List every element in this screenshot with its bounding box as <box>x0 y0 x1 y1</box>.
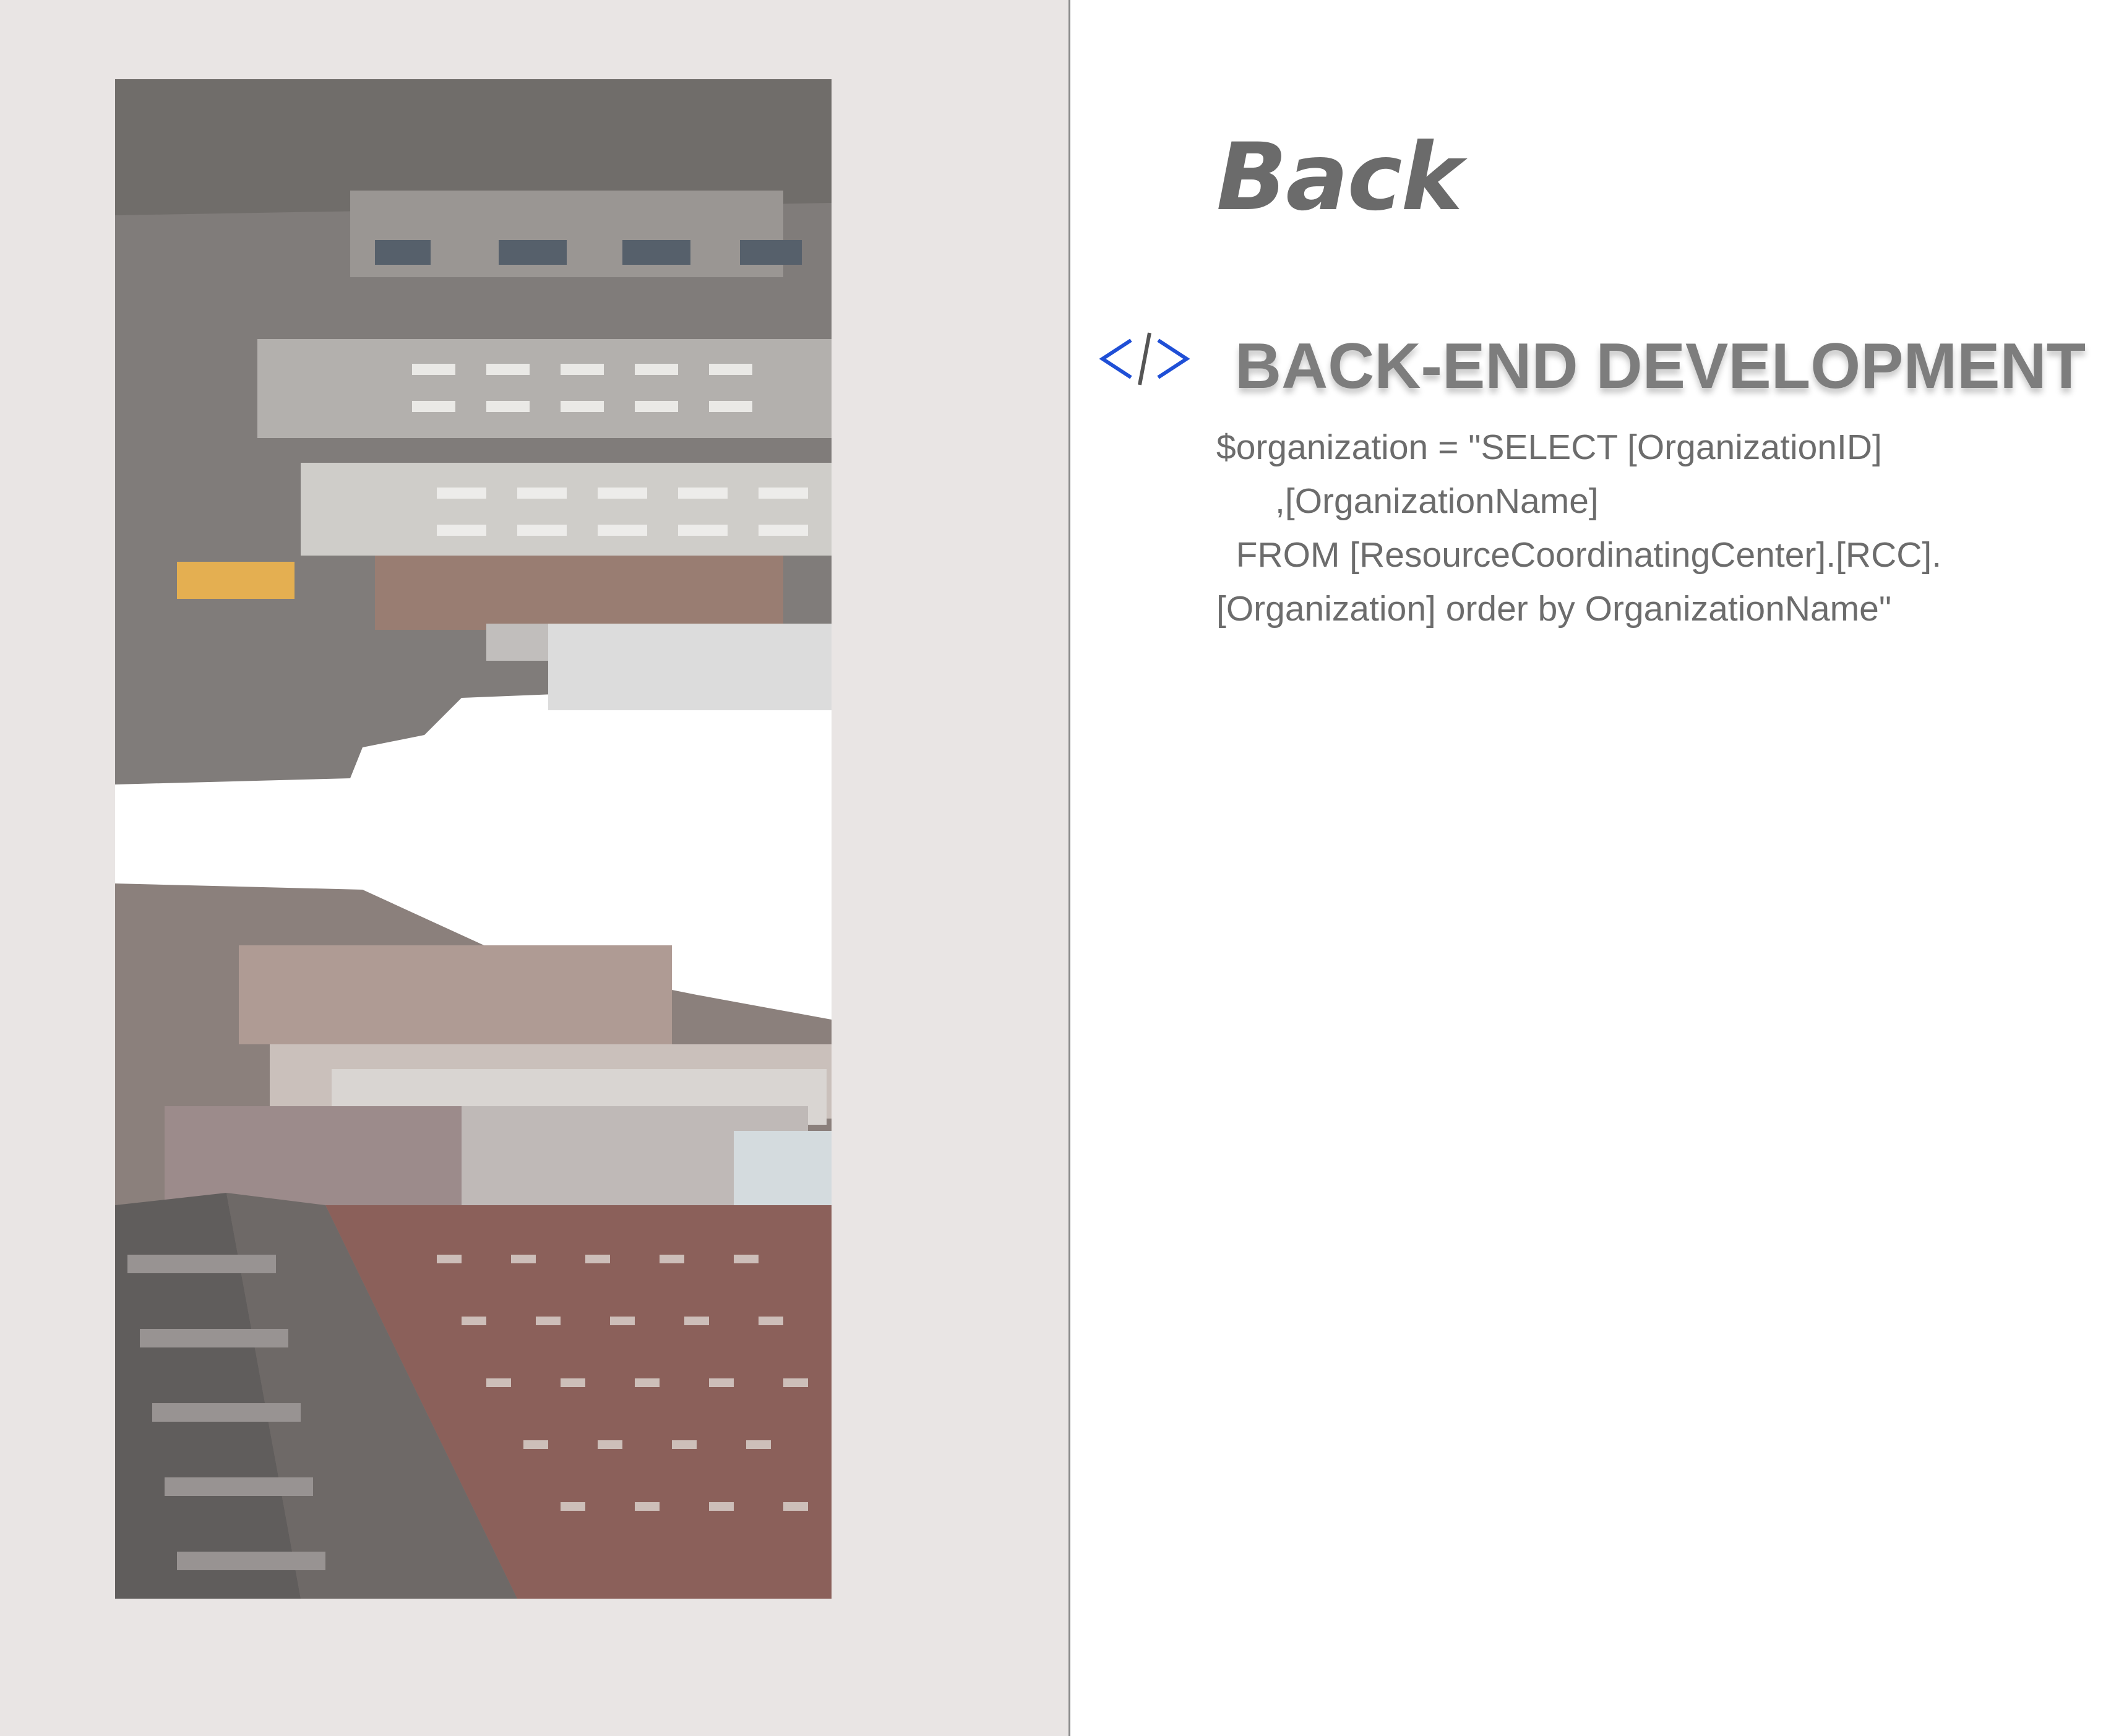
code-line: ,[OrganizationName] <box>1216 481 1599 521</box>
section-heading: BACK-END DEVELOPMENT <box>1235 330 2086 402</box>
code-line: FROM [ResourceCoordinatingCenter].[RCC]. <box>1216 535 1942 575</box>
code-snippet: $organization = "SELECT [OrganizationID]… <box>1216 421 2083 636</box>
code-brackets-icon <box>1095 328 1194 390</box>
city-buildings-illustration <box>115 79 832 1599</box>
left-panel <box>0 0 1070 1736</box>
city-buildings-photo <box>115 79 832 1599</box>
code-line: $organization = "SELECT [OrganizationID] <box>1216 428 1882 467</box>
code-line: [Organization] order by OrganizationName… <box>1216 589 1892 629</box>
page-title: Back <box>1216 124 1463 231</box>
